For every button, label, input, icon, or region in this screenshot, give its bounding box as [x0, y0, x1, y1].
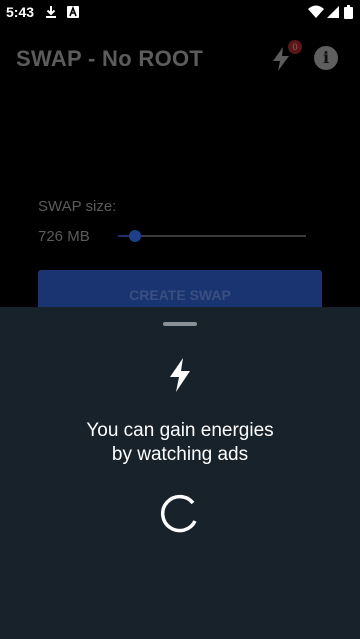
download-icon — [46, 6, 56, 18]
slider-thumb[interactable] — [128, 230, 141, 242]
cell-signal-icon — [327, 6, 339, 18]
sheet-drag-handle[interactable] — [163, 322, 197, 326]
info-icon[interactable]: i — [314, 46, 338, 70]
bolt-icon — [170, 358, 190, 392]
battery-icon — [344, 5, 353, 19]
slider-track — [118, 235, 306, 237]
energy-message: You can gain energies by watching ads — [0, 419, 360, 467]
energy-message-line-2: by watching ads — [111, 444, 249, 465]
energy-bottom-sheet: You can gain energies by watching ads — [0, 307, 360, 639]
wifi-icon — [308, 5, 324, 18]
a-notification-icon — [67, 5, 79, 18]
swap-size-label: SWAP size: — [38, 198, 117, 215]
create-swap-button[interactable]: CREATE SWAP — [38, 270, 322, 310]
swap-size-value: 726 MB — [38, 228, 90, 245]
energy-badge: 0 — [288, 40, 302, 54]
energy-message-line-1: You can gain energies — [86, 420, 274, 441]
app-title: SWAP - No ROOT — [16, 46, 204, 71]
status-bar: 5:43 — [0, 0, 360, 24]
spinner-icon — [161, 494, 197, 533]
swap-size-slider[interactable] — [118, 226, 306, 246]
status-time: 5:43 — [6, 4, 35, 20]
app-bar: SWAP - No ROOT 0 i — [0, 24, 360, 92]
